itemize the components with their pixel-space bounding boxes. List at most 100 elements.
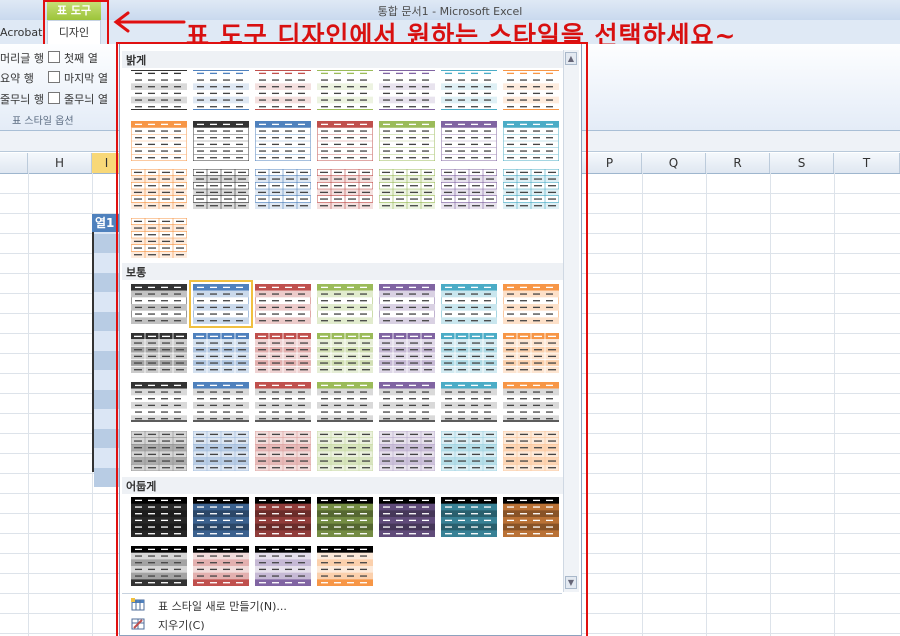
column-header-p[interactable]: P <box>578 153 642 173</box>
table-style-swatch[interactable] <box>131 70 187 110</box>
table-style-swatch[interactable] <box>255 431 311 471</box>
table-style-swatch[interactable] <box>441 497 497 537</box>
table-style-swatch[interactable] <box>317 284 373 324</box>
gallery-scrollbar[interactable]: ▲ ▼ <box>563 50 579 592</box>
table-style-swatch[interactable] <box>379 382 435 422</box>
table-style-swatch[interactable] <box>131 546 187 586</box>
swatch-preview-icon <box>317 121 373 161</box>
menu-clear[interactable]: 지우기(C) <box>158 617 205 633</box>
table-style-swatch[interactable] <box>317 431 373 471</box>
table-style-swatch[interactable] <box>255 546 311 586</box>
scroll-up-button[interactable]: ▲ <box>565 52 577 65</box>
column-header-s[interactable]: S <box>770 153 834 173</box>
table-style-swatch[interactable] <box>441 70 497 110</box>
gridline-column <box>28 173 29 636</box>
table-style-swatch[interactable] <box>503 431 559 471</box>
band-stripe <box>94 234 120 253</box>
table-style-swatch[interactable] <box>193 431 249 471</box>
column-header-i[interactable]: I <box>92 153 122 173</box>
table-style-swatch[interactable] <box>255 497 311 537</box>
table-style-swatch[interactable] <box>131 497 187 537</box>
swatch-preview-icon <box>503 382 559 422</box>
table-style-swatch[interactable] <box>193 121 249 161</box>
table-style-swatch[interactable] <box>193 169 249 209</box>
table-style-swatch[interactable] <box>255 121 311 161</box>
table-style-swatch[interactable] <box>131 431 187 471</box>
swatch-preview-icon <box>441 431 497 471</box>
table-style-swatch[interactable] <box>503 497 559 537</box>
table-style-swatch[interactable] <box>441 431 497 471</box>
table-style-swatch[interactable] <box>193 546 249 586</box>
table-style-swatch[interactable] <box>503 284 559 324</box>
table-style-swatch[interactable] <box>255 70 311 110</box>
table-style-swatch[interactable] <box>379 169 435 209</box>
table-style-swatch[interactable] <box>193 497 249 537</box>
table-style-swatch[interactable] <box>193 333 249 373</box>
column-header-h[interactable]: H <box>28 153 92 173</box>
table-header-cell[interactable]: 열1 <box>92 214 122 232</box>
table-style-swatch[interactable] <box>317 382 373 422</box>
table-style-swatch[interactable] <box>379 497 435 537</box>
table-style-swatch[interactable] <box>441 382 497 422</box>
checkbox-banded-columns[interactable] <box>48 92 60 104</box>
table-style-swatch[interactable] <box>193 70 249 110</box>
swatch-preview-icon <box>379 497 435 537</box>
group-label-style-options: 표 스타일 옵션 <box>12 116 74 127</box>
table-style-swatch[interactable] <box>317 121 373 161</box>
table-style-swatch[interactable] <box>131 169 187 209</box>
checkbox-first-column[interactable] <box>48 51 60 63</box>
table-style-swatch[interactable] <box>441 121 497 161</box>
swatch-preview-icon <box>193 382 249 422</box>
table-style-swatch[interactable] <box>131 121 187 161</box>
table-style-swatch[interactable] <box>503 169 559 209</box>
table-style-swatch[interactable] <box>441 333 497 373</box>
swatch-preview-icon <box>379 70 435 110</box>
option-header-row[interactable]: 머리글 행 <box>0 50 44 66</box>
table-style-swatch[interactable] <box>379 284 435 324</box>
table-style-swatch[interactable] <box>317 546 373 586</box>
option-total-row[interactable]: 요약 행 <box>0 70 34 86</box>
table-style-swatch[interactable] <box>379 70 435 110</box>
table-style-swatch[interactable] <box>131 382 187 422</box>
menu-new-table-style[interactable]: 표 스타일 새로 만들기(N)... <box>158 598 287 614</box>
table-style-swatch[interactable] <box>441 284 497 324</box>
tab-acrobat[interactable]: Acrobat <box>0 26 42 39</box>
table-style-swatch[interactable] <box>255 169 311 209</box>
swatch-preview-icon <box>503 169 559 209</box>
swatch-preview-icon <box>441 121 497 161</box>
table-style-swatch[interactable] <box>131 218 187 258</box>
table-style-swatch[interactable] <box>317 333 373 373</box>
section-header-bg <box>122 477 564 494</box>
table-style-swatch[interactable] <box>503 121 559 161</box>
table-style-swatch[interactable] <box>503 382 559 422</box>
swatch-preview-icon <box>131 497 187 537</box>
table-style-swatch[interactable] <box>317 497 373 537</box>
table-style-swatch[interactable] <box>317 70 373 110</box>
column-header-r[interactable]: R <box>706 153 770 173</box>
table-style-swatch[interactable] <box>189 280 253 328</box>
swatch-preview-icon <box>193 284 249 324</box>
table-style-swatch[interactable] <box>441 169 497 209</box>
swatch-preview-icon <box>255 333 311 373</box>
table-style-swatch[interactable] <box>379 333 435 373</box>
swatch-preview-icon <box>193 546 249 586</box>
table-style-swatch[interactable] <box>131 333 187 373</box>
option-banded-rows[interactable]: 줄무늬 행 <box>0 91 44 107</box>
annotation-arrow-icon <box>113 11 186 33</box>
column-header-q[interactable]: Q <box>642 153 706 173</box>
table-style-swatch[interactable] <box>193 382 249 422</box>
checkbox-last-column[interactable] <box>48 71 60 83</box>
table-style-swatch[interactable] <box>503 333 559 373</box>
clear-style-icon <box>131 618 145 630</box>
swatch-preview-icon <box>379 333 435 373</box>
scroll-down-button[interactable]: ▼ <box>565 576 577 589</box>
table-style-swatch[interactable] <box>255 382 311 422</box>
table-style-swatch[interactable] <box>379 431 435 471</box>
table-style-swatch[interactable] <box>131 284 187 324</box>
table-style-swatch[interactable] <box>255 333 311 373</box>
table-style-swatch[interactable] <box>503 70 559 110</box>
table-style-swatch[interactable] <box>317 169 373 209</box>
table-style-swatch[interactable] <box>255 284 311 324</box>
column-header-t[interactable]: T <box>834 153 900 173</box>
table-style-swatch[interactable] <box>379 121 435 161</box>
